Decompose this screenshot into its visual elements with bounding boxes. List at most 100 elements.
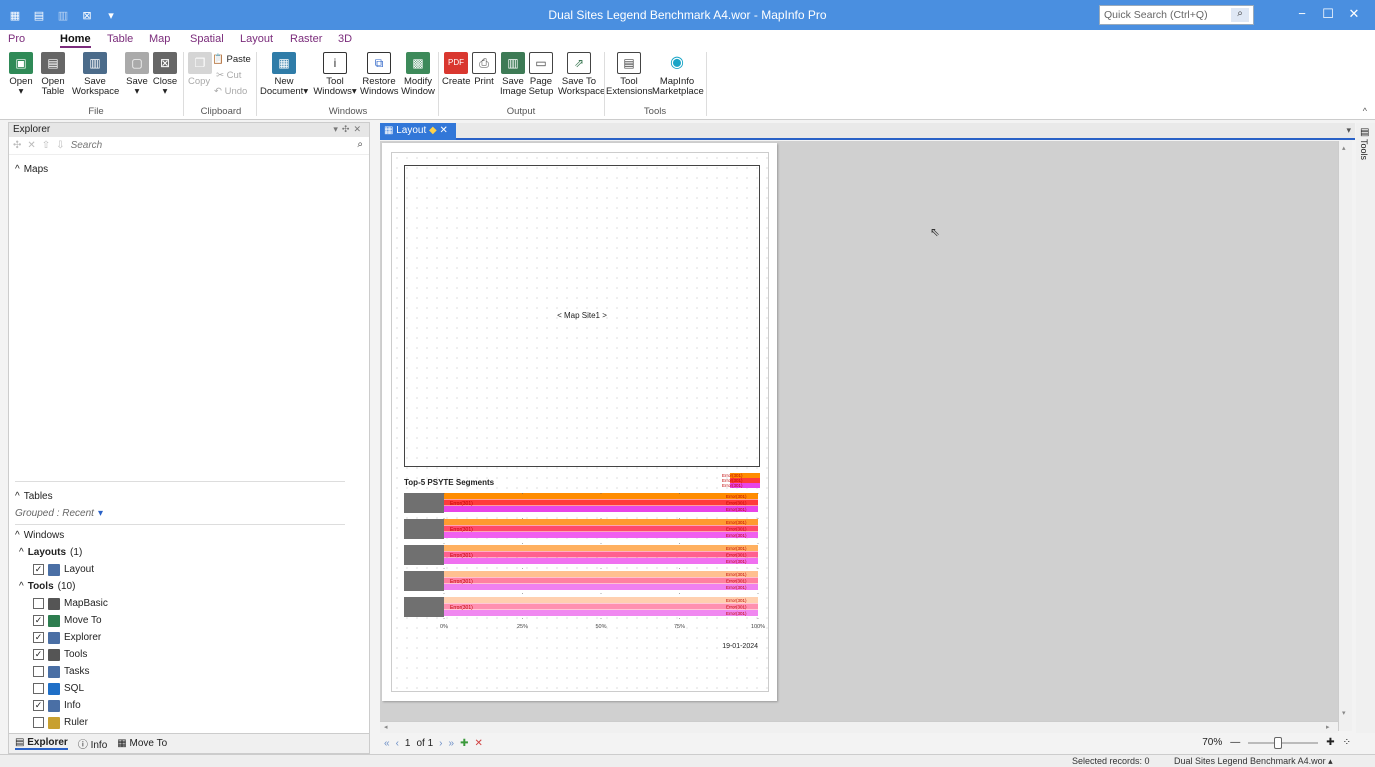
tool-item[interactable]: Tasks bbox=[15, 663, 108, 680]
tool-item[interactable]: SQL bbox=[15, 680, 108, 697]
tools-strip-icon[interactable]: ▤ bbox=[1360, 127, 1369, 138]
zoom-out-icon[interactable]: — bbox=[1230, 737, 1240, 748]
layout-checkbox[interactable]: ✓ bbox=[33, 564, 44, 575]
pin-icon[interactable]: ◆ bbox=[429, 125, 437, 136]
tab-table[interactable]: Table bbox=[107, 33, 133, 45]
tab-layout-document[interactable]: ▦ Layout ◆ ✕ bbox=[380, 123, 456, 140]
restore-windows-button[interactable]: ⧉ Restore Windows bbox=[360, 52, 399, 97]
current-page[interactable]: 1 bbox=[405, 738, 411, 749]
paste-button[interactable]: 📋 Paste bbox=[212, 54, 251, 65]
tabs-dropdown-icon[interactable]: ▾ bbox=[1346, 125, 1351, 136]
tool-item-checkbox[interactable] bbox=[33, 598, 44, 609]
chevron-down-icon: ▾ bbox=[97, 508, 103, 519]
chevron-up-icon: ^ bbox=[15, 530, 20, 541]
save-to-workspace-button[interactable]: ⇗ Save To Workspace bbox=[558, 52, 605, 97]
open-button[interactable]: ▣ Open ▾ bbox=[8, 52, 34, 97]
panel-controls[interactable]: ▾✣✕ bbox=[333, 124, 365, 135]
tab-home[interactable]: Home bbox=[60, 33, 91, 48]
modify-window-button[interactable]: ▩ Modify Window bbox=[400, 52, 436, 97]
tool-item-checkbox[interactable]: ✓ bbox=[33, 632, 44, 643]
search-icon[interactable]: ⌕ bbox=[357, 139, 363, 150]
add-icon[interactable]: ✣ bbox=[13, 140, 21, 151]
undo-button[interactable]: ↶ Undo bbox=[214, 86, 247, 97]
tab-map[interactable]: Map bbox=[149, 33, 170, 45]
tab-explorer[interactable]: ▤ Explorer bbox=[15, 737, 68, 750]
scroll-up-icon[interactable]: ▴ bbox=[1342, 144, 1346, 152]
tool-item[interactable]: MapBasic bbox=[15, 595, 108, 612]
tool-extensions-button[interactable]: ▤ Tool Extensions bbox=[606, 52, 652, 97]
page-setup-button[interactable]: ▭ Page Setup bbox=[528, 52, 554, 97]
open-table-button[interactable]: ▤ Open Table bbox=[38, 52, 68, 97]
layout-canvas[interactable]: < Map Site1 > Top-5 PSYTE Segments Error… bbox=[380, 141, 1338, 721]
search-icon[interactable]: ⌕ bbox=[1231, 8, 1249, 22]
tab-raster[interactable]: Raster bbox=[290, 33, 322, 45]
close-button[interactable]: ⊠ Close ▾ bbox=[152, 52, 178, 97]
tool-item[interactable]: ✓ Tools bbox=[15, 646, 108, 663]
tab-spatial[interactable]: Spatial bbox=[190, 33, 224, 45]
delete-page-icon[interactable]: ✕ bbox=[474, 738, 482, 749]
tables-header[interactable]: ^ Tables bbox=[15, 488, 103, 505]
maps-header[interactable]: ^ Maps bbox=[15, 161, 48, 178]
tool-item-checkbox[interactable] bbox=[33, 666, 44, 677]
zoom-slider[interactable] bbox=[1248, 736, 1319, 749]
scroll-left-icon[interactable]: ◂ bbox=[384, 723, 388, 731]
open-table-icon: ▤ bbox=[41, 52, 65, 74]
close-window-icon[interactable]: ✕ bbox=[1341, 6, 1367, 22]
create-pdf-button[interactable]: PDF Create bbox=[442, 52, 471, 87]
tool-item[interactable]: ✓ Move To bbox=[15, 612, 108, 629]
tools-strip-label[interactable]: Tools bbox=[1359, 139, 1369, 160]
move-down-icon[interactable]: ⇩ bbox=[56, 140, 64, 151]
zoom-in-icon[interactable]: ✚ bbox=[1326, 737, 1334, 748]
layout-item[interactable]: ✓ Layout bbox=[15, 561, 108, 578]
tab-3d[interactable]: 3D bbox=[338, 33, 352, 45]
maximize-icon[interactable]: ☐ bbox=[1315, 6, 1341, 22]
tool-item[interactable]: ✓ Explorer bbox=[15, 629, 108, 646]
tool-windows-button[interactable]: i Tool Windows▾ bbox=[312, 52, 358, 97]
save-button[interactable]: ▢ Save ▾ bbox=[124, 52, 150, 97]
search-input[interactable]: Search bbox=[71, 140, 103, 151]
tab-move-to[interactable]: ▦ Move To bbox=[117, 738, 167, 749]
windows-header[interactable]: ^ Windows bbox=[15, 527, 108, 544]
tool-item-checkbox[interactable]: ✓ bbox=[33, 700, 44, 711]
mapinfo-marketplace-button[interactable]: ◉ MapInfo Marketplace bbox=[652, 52, 704, 97]
legend-chart[interactable]: Error(301)Error(301)Error(301)Error(301)… bbox=[392, 471, 770, 651]
collapse-ribbon-icon[interactable]: ^ bbox=[1363, 106, 1367, 116]
tool-item-checkbox[interactable] bbox=[33, 717, 44, 728]
tab-layout[interactable]: Layout bbox=[240, 33, 273, 45]
first-page-icon[interactable]: « bbox=[384, 738, 390, 749]
next-page-icon[interactable]: › bbox=[439, 738, 442, 749]
new-document-button[interactable]: ▦ New Document▾ bbox=[260, 52, 308, 97]
layouts-group[interactable]: ^ Layouts (1) bbox=[15, 544, 108, 561]
save-image-button[interactable]: ▥ Save Image bbox=[500, 52, 526, 97]
previous-page-icon[interactable]: ‹ bbox=[396, 738, 399, 749]
tab-pro[interactable]: Pro bbox=[8, 33, 25, 45]
tool-item[interactable]: ✓ Info bbox=[15, 697, 108, 714]
workspace-status[interactable]: Dual Sites Legend Benchmark A4.wor ▴ bbox=[1174, 756, 1333, 767]
tool-item-checkbox[interactable]: ✓ bbox=[33, 649, 44, 660]
tab-info[interactable]: ⓘ Info bbox=[78, 736, 107, 751]
horizontal-scrollbar[interactable]: ◂ ▸ bbox=[380, 721, 1338, 733]
minimize-icon[interactable]: − bbox=[1289, 6, 1315, 22]
remove-icon[interactable]: ✕ bbox=[27, 140, 35, 151]
grouped-dropdown[interactable]: Grouped : Recent ▾ bbox=[15, 505, 103, 522]
scroll-right-icon[interactable]: ▸ bbox=[1326, 723, 1330, 731]
close-tab-icon[interactable]: ✕ bbox=[440, 125, 448, 136]
map-frame[interactable]: < Map Site1 > bbox=[404, 165, 760, 467]
zoom-slider-thumb[interactable] bbox=[1274, 736, 1283, 749]
copy-button[interactable]: ❐ Copy bbox=[188, 52, 212, 87]
cut-button[interactable]: ✂ Cut bbox=[216, 70, 241, 81]
tool-item-checkbox[interactable]: ✓ bbox=[33, 615, 44, 626]
add-page-icon[interactable]: ✚ bbox=[460, 738, 468, 749]
save-workspace-button[interactable]: ▥ Save Workspace bbox=[72, 52, 119, 97]
tool-item-checkbox[interactable] bbox=[33, 683, 44, 694]
vertical-scrollbar[interactable]: ▴ ▾ bbox=[1338, 141, 1352, 731]
scroll-down-icon[interactable]: ▾ bbox=[1342, 709, 1346, 717]
last-page-icon[interactable]: » bbox=[449, 738, 455, 749]
tools-group[interactable]: ^ Tools (10) bbox=[15, 578, 108, 595]
move-up-icon[interactable]: ⇧ bbox=[42, 140, 50, 151]
undo-icon: ↶ bbox=[214, 86, 222, 97]
pan-icon[interactable]: ⁘ bbox=[1343, 737, 1351, 748]
quick-search-input[interactable]: Quick Search (Ctrl+Q) ⌕ bbox=[1099, 5, 1254, 25]
print-button[interactable]: ⎙ Print bbox=[472, 52, 496, 87]
tool-item[interactable]: Ruler bbox=[15, 714, 108, 731]
